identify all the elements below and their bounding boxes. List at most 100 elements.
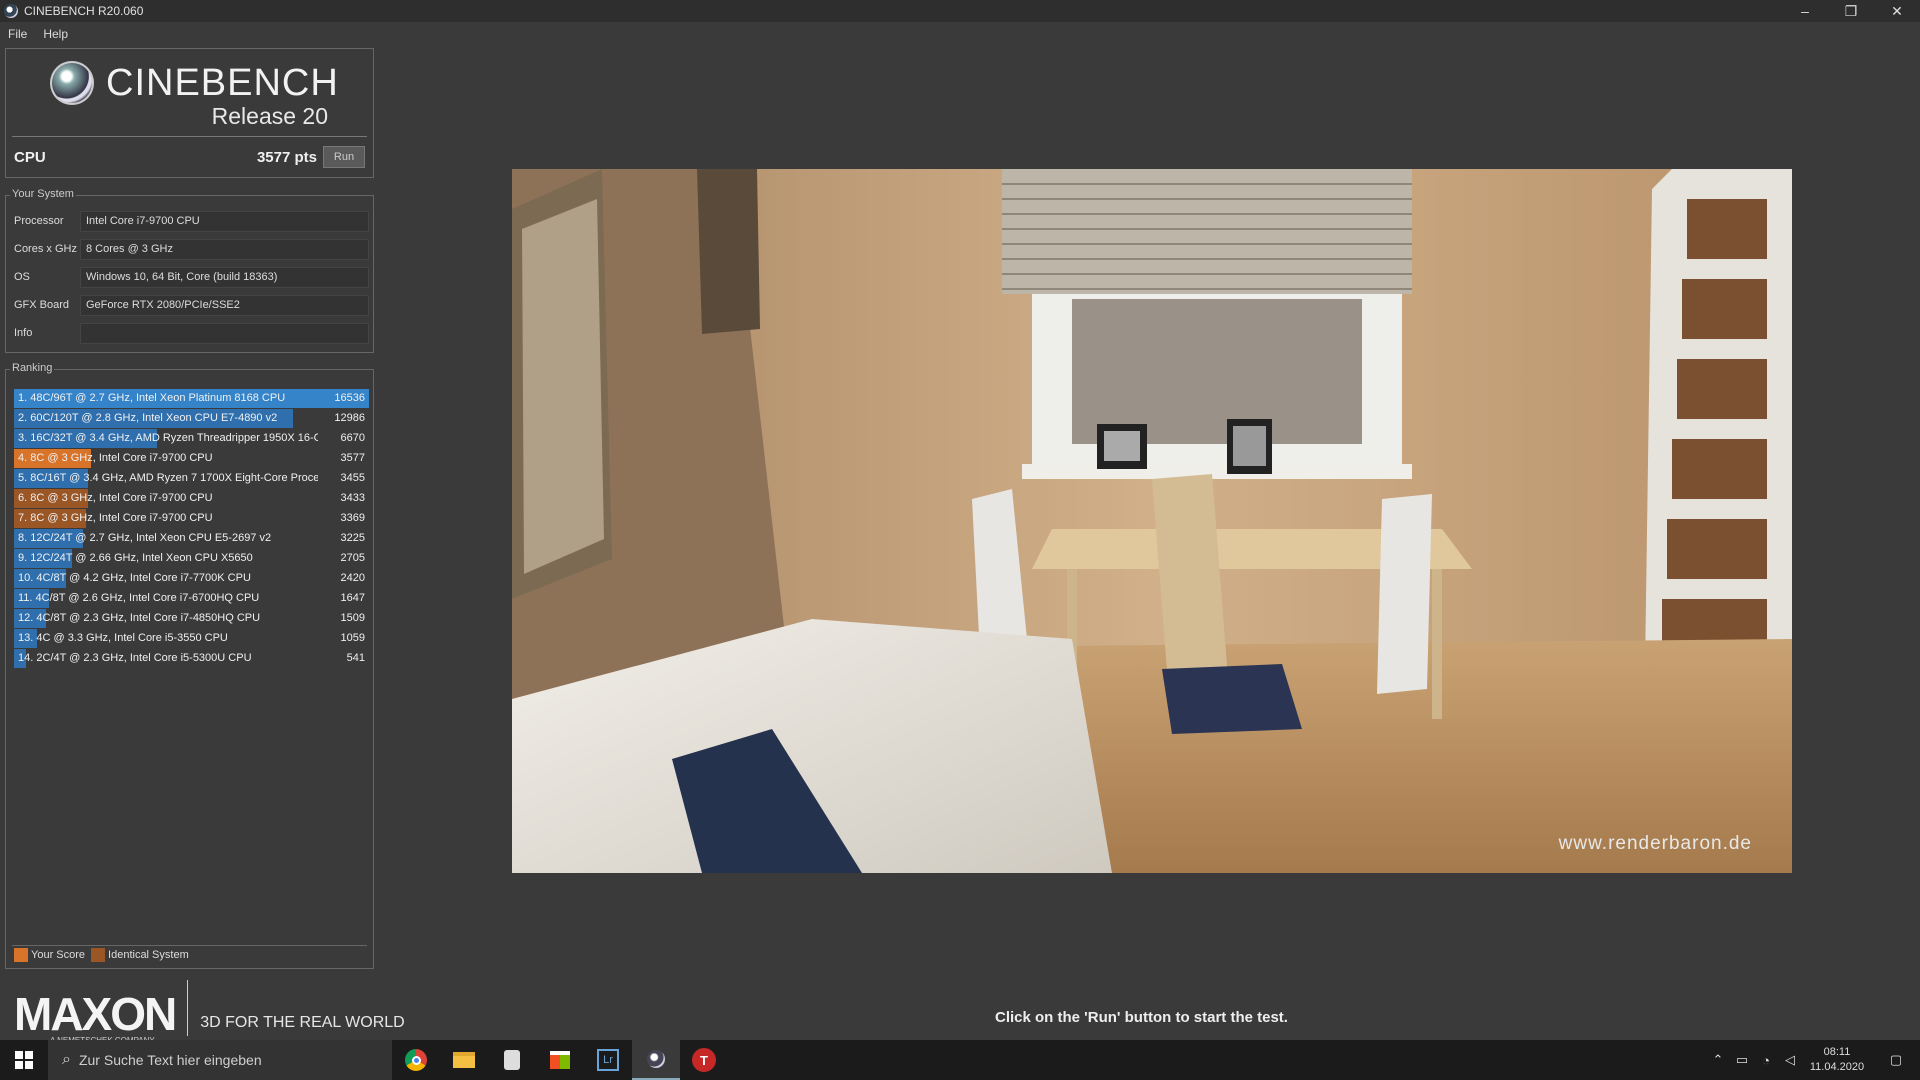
notifications-icon[interactable]: ▢ [1872, 1052, 1920, 1068]
system-label: Processor [14, 215, 64, 227]
release-label: Release 20 [211, 103, 328, 129]
your-system-title: Your System [10, 188, 76, 200]
your-score-swatch [14, 948, 28, 962]
taskbar-search[interactable]: ⌕ Zur Suche Text hier eingeben [48, 1040, 392, 1080]
menu-help[interactable]: Help [35, 27, 76, 41]
system-label: Cores x GHz [14, 243, 77, 255]
t-app-icon[interactable]: T [680, 1040, 728, 1080]
gfx-field[interactable]: GeForce RTX 2080/PCIe/SSE2 [80, 294, 369, 316]
close-button[interactable]: ✕ [1874, 0, 1920, 22]
cpu-score: 3577 pts [256, 149, 317, 166]
ranking-score: 16536 [334, 392, 365, 404]
maxon-tagline: 3D FOR THE REAL WORLD [200, 1014, 405, 1031]
legend-identical-system: Identical System [108, 949, 189, 961]
ranking-row[interactable]: 9. 12C/24T @ 2.66 GHz, Intel Xeon CPU X5… [14, 549, 369, 568]
ranking-legend: Your Score Identical System [14, 948, 189, 962]
ranking-label: 4. 8C @ 3 GHz, Intel Core i7-9700 CPU [18, 452, 213, 464]
ranking-score: 12986 [334, 412, 365, 424]
ranking-score: 6670 [340, 432, 365, 444]
windows-icon [15, 1051, 33, 1069]
info-field[interactable] [80, 322, 369, 344]
ranking-score: 1509 [340, 612, 365, 624]
system-row-os: OS Windows 10, 64 Bit, Core (build 18363… [14, 265, 369, 289]
cinebench-icon[interactable] [632, 1040, 680, 1080]
taskbar: ⌕ Zur Suche Text hier eingeben Lr T ⌃ ▭ … [0, 1040, 1920, 1080]
ranking-row[interactable]: 5. 8C/16T @ 3.4 GHz, AMD Ryzen 7 1700X E… [14, 469, 369, 488]
ranking-label: 7. 8C @ 3 GHz, Intel Core i7-9700 CPU [18, 512, 213, 524]
battery-icon[interactable]: ▭ [1730, 1052, 1754, 1068]
ranking-label: 10. 4C/8T @ 4.2 GHz, Intel Core i7-7700K… [18, 572, 251, 584]
system-row-processor: Processor Intel Core i7-9700 CPU [14, 209, 369, 233]
cinebench-logo: CINEBENCH [50, 61, 339, 105]
ranking-label: 13. 4C @ 3.3 GHz, Intel Core i5-3550 CPU [18, 632, 228, 644]
ranking-score: 541 [346, 652, 365, 664]
ranking-label: 11. 4C/8T @ 2.6 GHz, Intel Core i7-6700H… [18, 592, 260, 604]
maxon-footer: MAXON A NEMETSCHEK COMPANY 3D FOR THE RE… [14, 980, 405, 1045]
product-name: CINEBENCH [106, 61, 339, 104]
volume-icon[interactable]: ◁ [1778, 1052, 1802, 1068]
render-preview-image: www.renderbaron.de [512, 169, 1792, 873]
divider [12, 136, 367, 137]
legend-your-score: Your Score [31, 949, 86, 961]
ranking-row[interactable]: 14. 2C/4T @ 2.3 GHz, Intel Core i5-5300U… [14, 649, 369, 668]
lightroom-icon[interactable]: Lr [584, 1040, 632, 1080]
ranking-score: 1059 [340, 632, 365, 644]
ranking-row[interactable]: 6. 8C @ 3 GHz, Intel Core i7-9700 CPU 343… [14, 489, 369, 508]
your-system-panel: Your System Processor Intel Core i7-9700… [5, 188, 374, 353]
window-title: CINEBENCH R20.060 [24, 4, 144, 18]
processor-field[interactable]: Intel Core i7-9700 CPU [80, 210, 369, 232]
ranking-row[interactable]: 11. 4C/8T @ 2.6 GHz, Intel Core i7-6700H… [14, 589, 369, 608]
menu-file[interactable]: File [0, 27, 35, 41]
ranking-label: 2. 60C/120T @ 2.8 GHz, Intel Xeon CPU E7… [18, 412, 278, 424]
run-button[interactable]: Run [323, 146, 365, 168]
ranking-row[interactable]: 13. 4C @ 3.3 GHz, Intel Core i5-3550 CPU… [14, 629, 369, 648]
maxon-logo: MAXON [14, 988, 177, 1040]
minimize-button[interactable]: – [1782, 0, 1828, 22]
divider [187, 980, 189, 1036]
ranking-score: 3225 [340, 532, 365, 544]
status-hint: Click on the 'Run' button to start the t… [995, 1009, 1288, 1026]
ranking-row[interactable]: 4. 8C @ 3 GHz, Intel Core i7-9700 CPU 357… [14, 449, 369, 468]
chevron-up-icon[interactable]: ⌃ [1706, 1052, 1730, 1068]
start-button[interactable] [0, 1040, 48, 1080]
system-tray: ⌃ ▭ ◔ ◁ 08:11 11.04.2020 ▢ [1706, 1040, 1920, 1080]
system-row-info: Info [14, 321, 369, 345]
ranking-score: 2705 [340, 552, 365, 564]
title-bar: CINEBENCH R20.060 – ❐ ✕ [0, 0, 1920, 22]
ranking-label: 12. 4C/8T @ 2.3 GHz, Intel Core i7-4850H… [18, 612, 261, 624]
ranking-label: 14. 2C/4T @ 2.3 GHz, Intel Core i5-5300U… [18, 652, 252, 664]
system-label: OS [14, 271, 30, 283]
chrome-icon[interactable] [392, 1040, 440, 1080]
ranking-row[interactable]: 3. 16C/32T @ 3.4 GHz, AMD Ryzen Threadri… [14, 429, 369, 448]
file-explorer-icon[interactable] [440, 1040, 488, 1080]
os-field[interactable]: Windows 10, 64 Bit, Core (build 18363) [80, 266, 369, 288]
ranking-score: 1647 [340, 592, 365, 604]
restore-button[interactable]: ❐ [1828, 0, 1874, 22]
ranking-score: 2420 [340, 572, 365, 584]
system-row-gfx: GFX Board GeForce RTX 2080/PCIe/SSE2 [14, 293, 369, 317]
ranking-label: 1. 48C/96T @ 2.7 GHz, Intel Xeon Platinu… [18, 392, 286, 404]
ranking-row[interactable]: 10. 4C/8T @ 4.2 GHz, Intel Core i7-7700K… [14, 569, 369, 588]
media-icon[interactable] [488, 1040, 536, 1080]
cpu-label: CPU [14, 149, 46, 166]
ranking-row[interactable]: 7. 8C @ 3 GHz, Intel Core i7-9700 CPU 336… [14, 509, 369, 528]
network-icon[interactable]: ◔ [1754, 1053, 1778, 1068]
system-label: Info [14, 327, 33, 339]
cores-field[interactable]: 8 Cores @ 3 GHz [80, 238, 369, 260]
ranking-row[interactable]: 8. 12C/24T @ 2.7 GHz, Intel Xeon CPU E5-… [14, 529, 369, 548]
ranking-score: 3369 [340, 512, 365, 524]
ranking-row[interactable]: 2. 60C/120T @ 2.8 GHz, Intel Xeon CPU E7… [14, 409, 369, 428]
ranking-score: 3433 [340, 492, 365, 504]
ranking-row[interactable]: 1. 48C/96T @ 2.7 GHz, Intel Xeon Platinu… [14, 389, 369, 408]
store-icon[interactable] [536, 1040, 584, 1080]
search-placeholder: Zur Suche Text hier eingeben [78, 1052, 262, 1068]
header-panel: CINEBENCH Release 20 CPU 3577 pts Run [5, 48, 374, 178]
clock[interactable]: 08:11 11.04.2020 [1802, 1045, 1872, 1075]
cinebench-app-icon [4, 4, 18, 18]
render-watermark: www.renderbaron.de [1558, 833, 1752, 854]
ranking-label: 6. 8C @ 3 GHz, Intel Core i7-9700 CPU [18, 492, 213, 504]
ranking-label: 5. 8C/16T @ 3.4 GHz, AMD Ryzen 7 1700X E… [18, 472, 318, 484]
ranking-row[interactable]: 12. 4C/8T @ 2.3 GHz, Intel Core i7-4850H… [14, 609, 369, 628]
identical-system-swatch [91, 948, 106, 962]
clock-date: 11.04.2020 [1809, 1061, 1865, 1073]
